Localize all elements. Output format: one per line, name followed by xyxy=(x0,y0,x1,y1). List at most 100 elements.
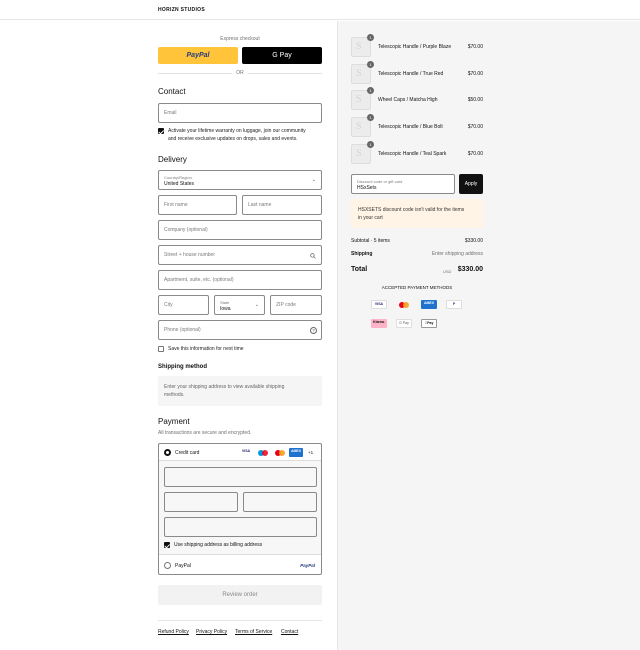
quantity-badge: 1 xyxy=(367,87,374,94)
payment-subtitle: All transactions are secure and encrypte… xyxy=(158,430,252,436)
credit-card-option[interactable]: Credit card VISA AMEX +1 xyxy=(159,444,321,461)
discount-error-line2: in your cart xyxy=(358,215,383,221)
zip-field[interactable]: ZIP code xyxy=(270,295,322,315)
apply-label: Apply xyxy=(464,181,478,187)
quantity-badge: 1 xyxy=(367,141,374,148)
save-info-label: Save this information for next time xyxy=(168,346,244,352)
billing-address-checkbox[interactable] xyxy=(164,542,170,548)
gpay-express-button[interactable]: G Pay xyxy=(242,47,322,64)
paypal-logo: PayPal xyxy=(186,52,210,59)
product-price: $70.00 xyxy=(467,151,483,157)
chevron-down-icon: ⌄ xyxy=(254,302,259,308)
shipping-method-title: Shipping method xyxy=(158,364,207,370)
billing-address-label: Use shipping address as billing address xyxy=(174,542,263,548)
product-price: $50.00 xyxy=(467,97,483,103)
apply-discount-button[interactable]: Apply xyxy=(459,174,483,194)
top-header: HORIZN STUDIOS xyxy=(0,0,640,20)
total-label: Total xyxy=(351,266,368,273)
amex-icon: AMEX xyxy=(421,300,437,309)
paypal-express-button[interactable]: PayPal xyxy=(158,47,238,64)
paypal-radio[interactable] xyxy=(164,562,171,569)
card-name-field[interactable] xyxy=(164,517,317,537)
product-name: Telescopic Handle / True Red xyxy=(378,71,444,77)
credit-card-radio[interactable] xyxy=(164,449,171,456)
country-select[interactable]: Country/Region United States ⌄ xyxy=(158,170,322,190)
help-icon[interactable]: ? xyxy=(310,327,317,334)
discount-error-banner: HSXSETS discount code isn't valid for th… xyxy=(351,199,483,228)
email-placeholder: Email xyxy=(164,110,177,116)
paypal-option[interactable]: PayPal PayPal xyxy=(159,556,321,575)
last-name-field[interactable]: Last name xyxy=(242,195,322,215)
chevron-down-icon: ⌄ xyxy=(311,177,316,183)
card-number-field[interactable] xyxy=(164,467,317,487)
paypal-icon: P xyxy=(446,300,462,309)
street-placeholder: Street + house number xyxy=(164,252,216,258)
card-cvv-field[interactable] xyxy=(243,492,317,512)
shipping-notice: Enter your shipping address to view avai… xyxy=(158,376,322,406)
first-name-field[interactable]: First name xyxy=(158,195,237,215)
city-field[interactable]: City xyxy=(158,295,209,315)
product-name: Telescopic Handle / Teal Spark xyxy=(378,151,447,157)
footer-link-privacy[interactable]: Privacy Policy xyxy=(196,629,227,635)
save-info-checkbox[interactable] xyxy=(158,346,164,352)
footer-divider xyxy=(158,620,322,621)
product-price: $70.00 xyxy=(467,124,483,130)
shipping-notice-line2: methods. xyxy=(164,392,185,398)
order-summary-panel xyxy=(337,21,640,650)
gpay-logo: G Pay xyxy=(272,52,292,59)
shipping-notice-line1: Enter your shipping address to view avai… xyxy=(164,384,285,390)
subtotal-value: $330.00 xyxy=(464,238,483,244)
last-name-placeholder: Last name xyxy=(248,202,272,208)
quantity-badge: 1 xyxy=(367,114,374,121)
express-checkout-title: Express checkout xyxy=(220,36,260,42)
phone-field[interactable]: Phone (optional) ? xyxy=(158,320,322,340)
email-field[interactable]: Email xyxy=(158,103,322,123)
shipping-label: Shipping xyxy=(351,251,373,257)
footer-link-contact[interactable]: Contact xyxy=(281,629,298,635)
product-name: Telescopic Handle / Blue Bolt xyxy=(378,124,443,130)
amex-card-icon: AMEX xyxy=(289,448,303,457)
or-divider-label: OR xyxy=(236,70,244,76)
card-expiry-field[interactable] xyxy=(164,492,238,512)
newsletter-checkbox[interactable] xyxy=(158,128,164,134)
state-select[interactable]: State Iowa ⌄ xyxy=(214,295,265,315)
maestro-card-icon xyxy=(256,449,270,457)
credit-card-label: Credit card xyxy=(175,450,200,456)
discount-code-value: HSxSets xyxy=(357,185,377,191)
paypal-option-label: PayPal xyxy=(175,563,191,569)
product-name: Wheel Caps / Matcha High xyxy=(378,97,438,103)
product-name: Telescopic Handle / Purple Blaze xyxy=(378,44,452,50)
payment-title: Payment xyxy=(158,417,190,426)
paypal-logo: PayPal xyxy=(300,563,315,568)
accepted-payment-title: ACCEPTED PAYMENT METHODS xyxy=(381,285,453,290)
review-order-label: Review order xyxy=(222,592,258,598)
state-value: Iowa xyxy=(220,306,231,312)
review-order-button[interactable]: Review order xyxy=(158,585,322,605)
card-form: Use shipping address as billing address xyxy=(159,461,321,555)
payment-options-box: Credit card VISA AMEX +1 Use shipping ad… xyxy=(158,443,322,575)
footer-link-terms[interactable]: Terms of Service xyxy=(235,629,272,635)
mastercard-icon xyxy=(396,300,412,309)
state-label: State xyxy=(220,300,230,305)
phone-placeholder: Phone (optional) xyxy=(164,327,201,333)
google-pay-icon: G Pay xyxy=(396,319,412,328)
subtotal-label: Subtotal · 5 items xyxy=(351,238,390,244)
contact-title: Contact xyxy=(158,87,186,96)
product-price: $70.00 xyxy=(467,71,483,77)
apple-pay-icon: Pay xyxy=(421,319,437,328)
total-value: $330.00 xyxy=(457,266,483,273)
search-icon xyxy=(310,253,316,259)
newsletter-label-line1: Activate your lifetime warranty on lugga… xyxy=(168,128,306,134)
apartment-field[interactable]: Apartment, suite, etc. (optional) xyxy=(158,270,322,290)
footer-link-refund[interactable]: Refund Policy xyxy=(158,629,189,635)
apartment-placeholder: Apartment, suite, etc. (optional) xyxy=(164,277,234,283)
company-field[interactable]: Company (optional) xyxy=(158,220,322,240)
visa-icon: VISA xyxy=(371,300,387,309)
street-field[interactable]: Street + house number xyxy=(158,245,322,265)
discount-code-field[interactable]: Discount code or gift card HSxSets xyxy=(351,174,455,194)
visa-card-icon: VISA xyxy=(239,448,253,457)
quantity-badge: 1 xyxy=(367,61,374,68)
total-currency: USD xyxy=(443,269,452,274)
brand-logo[interactable]: HORIZN STUDIOS xyxy=(158,7,205,13)
country-value: United States xyxy=(164,181,195,187)
